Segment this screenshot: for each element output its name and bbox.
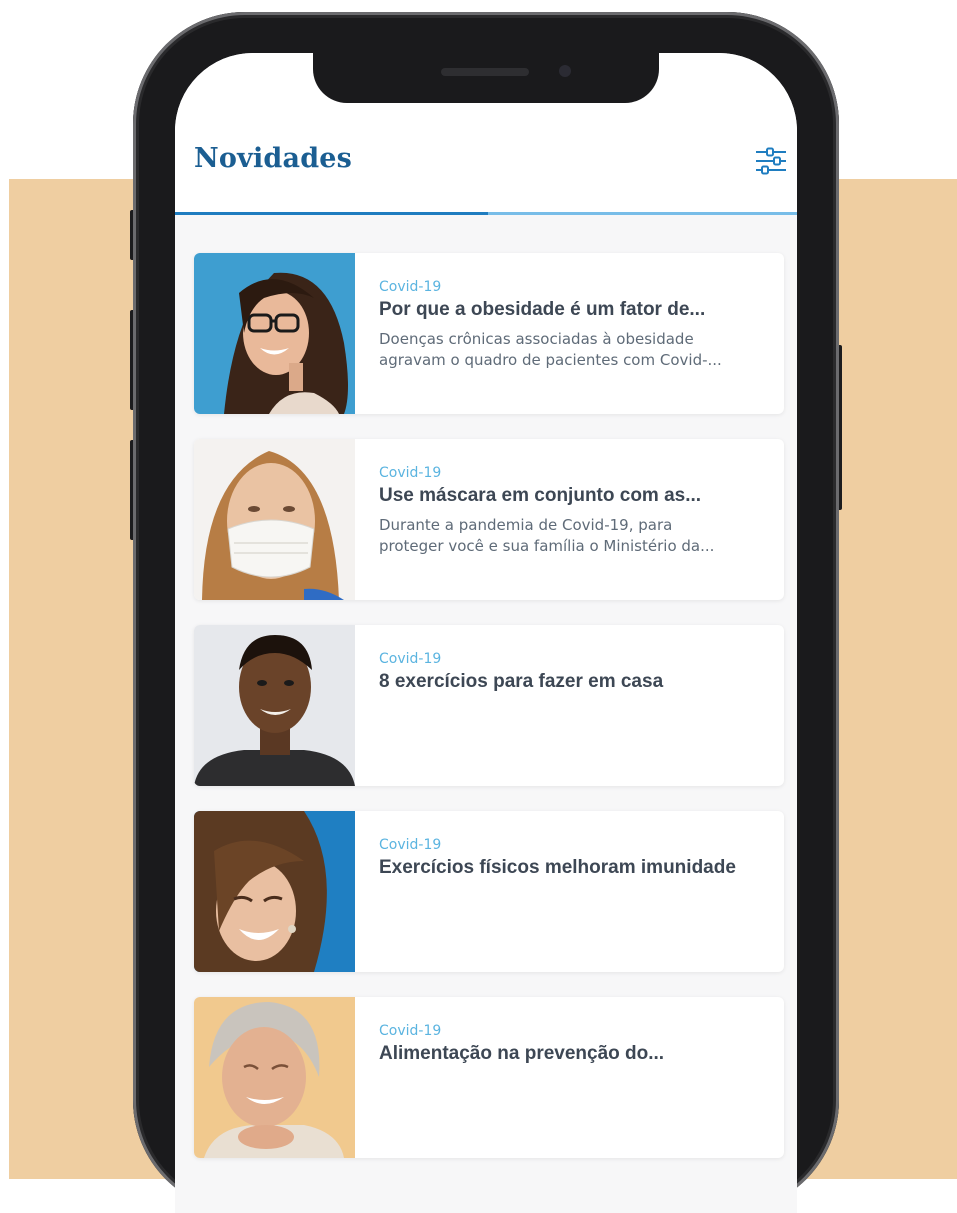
news-thumbnail (194, 253, 355, 414)
news-card[interactable]: Covid-19 8 exercícios para fazer em casa (194, 625, 784, 786)
elderly-woman-photo (194, 997, 355, 1158)
news-card[interactable]: Covid-19 Alimentação na prevenção do... (194, 997, 784, 1158)
news-tag: Covid-19 (379, 465, 442, 481)
news-description: Doenças crônicas associadas à obesidade … (379, 330, 722, 369)
sliders-icon (756, 147, 786, 175)
news-card[interactable]: Covid-19 Por que a obesidade é um fator … (194, 253, 784, 414)
news-feed: Covid-19 Por que a obesidade é um fator … (194, 253, 784, 1158)
news-tag: Covid-19 (379, 651, 442, 667)
smiling-man-photo (194, 625, 355, 786)
woman-with-glasses-photo (194, 253, 355, 414)
news-title: Por que a obesidade é um fator de... (379, 299, 706, 320)
speaker-grille (441, 68, 529, 76)
news-thumbnail (194, 439, 355, 600)
news-card-body: Covid-19 Exercícios físicos melhoram imu… (355, 811, 784, 972)
phone-notch (313, 53, 659, 103)
filter-button[interactable] (755, 146, 787, 176)
news-thumbnail (194, 811, 355, 972)
laughing-woman-photo (194, 811, 355, 972)
news-title: Use máscara em conjunto com as... (379, 485, 702, 506)
app-screen: Novidades Covid-19 Por que a obesidade é… (175, 53, 797, 1213)
news-card-body: Covid-19 Por que a obesidade é um fator … (355, 253, 784, 414)
news-title: Exercícios físicos melhoram imunidade (379, 857, 736, 878)
news-description: Durante a pandemia de Covid-19, para pro… (379, 516, 715, 555)
news-title: 8 exercícios para fazer em casa (379, 671, 664, 692)
news-tag: Covid-19 (379, 837, 442, 853)
front-camera (559, 65, 571, 77)
news-card-body: Covid-19 8 exercícios para fazer em casa (355, 625, 784, 786)
news-thumbnail (194, 997, 355, 1158)
woman-wearing-mask-photo (194, 439, 355, 600)
news-card-body: Covid-19 Alimentação na prevenção do... (355, 997, 784, 1158)
news-card-body: Covid-19 Use máscara em conjunto com as.… (355, 439, 784, 600)
news-thumbnail (194, 625, 355, 786)
news-card[interactable]: Covid-19 Exercícios físicos melhoram imu… (194, 811, 784, 972)
news-card[interactable]: Covid-19 Use máscara em conjunto com as.… (194, 439, 784, 600)
news-title: Alimentação na prevenção do... (379, 1043, 665, 1064)
page-title: Novidades (194, 143, 353, 174)
tab-indicator-active[interactable] (175, 212, 488, 215)
news-tag: Covid-19 (379, 279, 442, 295)
news-tag: Covid-19 (379, 1023, 442, 1039)
